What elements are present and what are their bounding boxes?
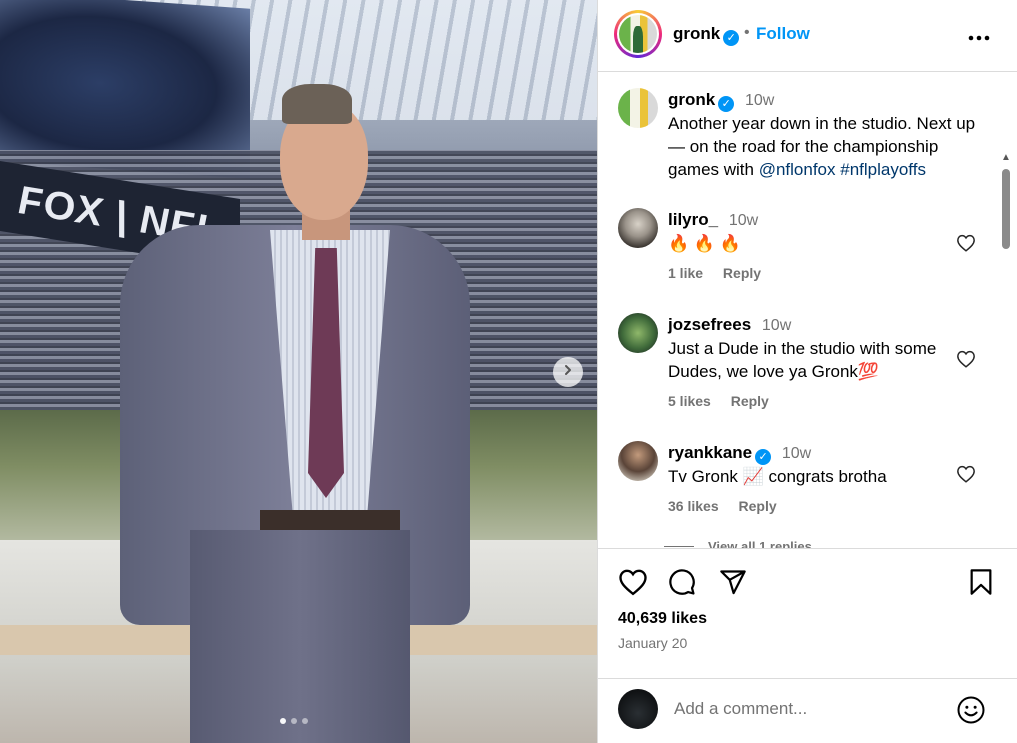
reply-button[interactable]: Reply [731, 393, 769, 409]
comment-item: lilyro_ 10w 🔥 🔥 🔥 1 like Reply [618, 208, 988, 288]
heart-icon[interactable] [956, 234, 976, 257]
carousel-dot [291, 718, 297, 724]
carousel-dot [302, 718, 308, 724]
post-header: gronk ✓ • Follow [598, 0, 1017, 72]
author-username[interactable]: gronk ✓ [673, 24, 740, 46]
caption-username[interactable]: gronk ✓ [668, 90, 735, 112]
comment-item: jozsefrees 10w Just a Dude in the studio… [618, 313, 988, 413]
commenter-username[interactable]: jozsefrees [668, 315, 751, 334]
carousel-dot [280, 718, 286, 724]
view-replies-button[interactable]: View all 1 replies [664, 539, 812, 548]
heart-icon[interactable] [956, 465, 976, 488]
commenter-avatar[interactable] [618, 208, 658, 248]
comment-text: Tv Gronk 📈 congrats brotha [668, 467, 887, 486]
like-count[interactable]: 40,639 likes [618, 610, 707, 628]
scroll-up-arrow[interactable]: ▲ [1001, 152, 1011, 163]
post-details-panel: gronk ✓ • Follow gronk ✓ 10w Another year … [597, 0, 1017, 743]
share-icon[interactable] [719, 568, 747, 601]
reply-button[interactable]: Reply [739, 498, 777, 514]
caption-timestamp[interactable]: 10w [745, 92, 774, 109]
author-avatar[interactable] [614, 10, 662, 58]
comment-meta: 36 likes Reply [668, 498, 793, 514]
add-comment-bar [598, 678, 1017, 743]
post-actions: 40,639 likes January 20 [598, 548, 1017, 678]
carousel-indicator [280, 718, 308, 724]
comment-timestamp[interactable]: 10w [762, 317, 791, 334]
more-options-icon[interactable] [968, 24, 990, 47]
scrollbar-thumb[interactable] [1002, 169, 1010, 249]
commenter-username[interactable]: lilyro_ [668, 210, 718, 229]
post-photo: FOX | NFL [0, 0, 597, 743]
chevron-right-icon [562, 363, 574, 381]
comment-item: ryankkane ✓ 10w Tv Gronk 📈 congrats broth… [618, 441, 988, 531]
comment-like-count[interactable]: 36 likes [668, 498, 719, 514]
carousel-next-button[interactable] [553, 357, 583, 387]
bookmark-icon[interactable] [968, 568, 994, 601]
follow-button[interactable]: Follow [756, 24, 810, 44]
separator-dot: • [744, 24, 750, 41]
caption: gronk ✓ 10w Another year down in the stud… [618, 88, 988, 188]
current-user-avatar [618, 689, 658, 729]
comment-text: 🔥 🔥 🔥 [668, 234, 741, 253]
comment-meta: 5 likes Reply [668, 393, 785, 409]
comment-icon[interactable] [668, 568, 696, 601]
caption-text: Another year down in the studio. Next up… [668, 114, 976, 179]
comment-meta: 1 like Reply [668, 265, 777, 281]
emoji-icon[interactable] [956, 695, 986, 730]
commenter-username[interactable]: ryankkane ✓ [668, 443, 772, 465]
comment-like-count[interactable]: 1 like [668, 265, 703, 281]
verified-badge-icon: ✓ [755, 449, 772, 465]
heart-icon[interactable] [618, 568, 648, 601]
post-date[interactable]: January 20 [618, 635, 687, 651]
comment-like-count[interactable]: 5 likes [668, 393, 711, 409]
comments-list[interactable]: gronk ✓ 10w Another year down in the stud… [598, 73, 1017, 548]
comment-timestamp[interactable]: 10w [782, 445, 811, 462]
heart-icon[interactable] [956, 350, 976, 373]
reply-button[interactable]: Reply [723, 265, 761, 281]
commenter-avatar[interactable] [618, 441, 658, 481]
author-avatar-small[interactable] [618, 88, 658, 128]
man-in-suit [110, 80, 470, 743]
hashtag-link[interactable]: #nflplayoffs [840, 160, 926, 179]
comment-timestamp[interactable]: 10w [729, 212, 758, 229]
comment-input[interactable] [674, 699, 944, 719]
comment-text: Just a Dude in the studio with some Dude… [668, 339, 937, 381]
mention-link[interactable]: @nflonfox [759, 160, 836, 179]
commenter-avatar[interactable] [618, 313, 658, 353]
verified-badge-icon: ✓ [723, 30, 740, 46]
verified-badge-icon: ✓ [718, 96, 735, 112]
